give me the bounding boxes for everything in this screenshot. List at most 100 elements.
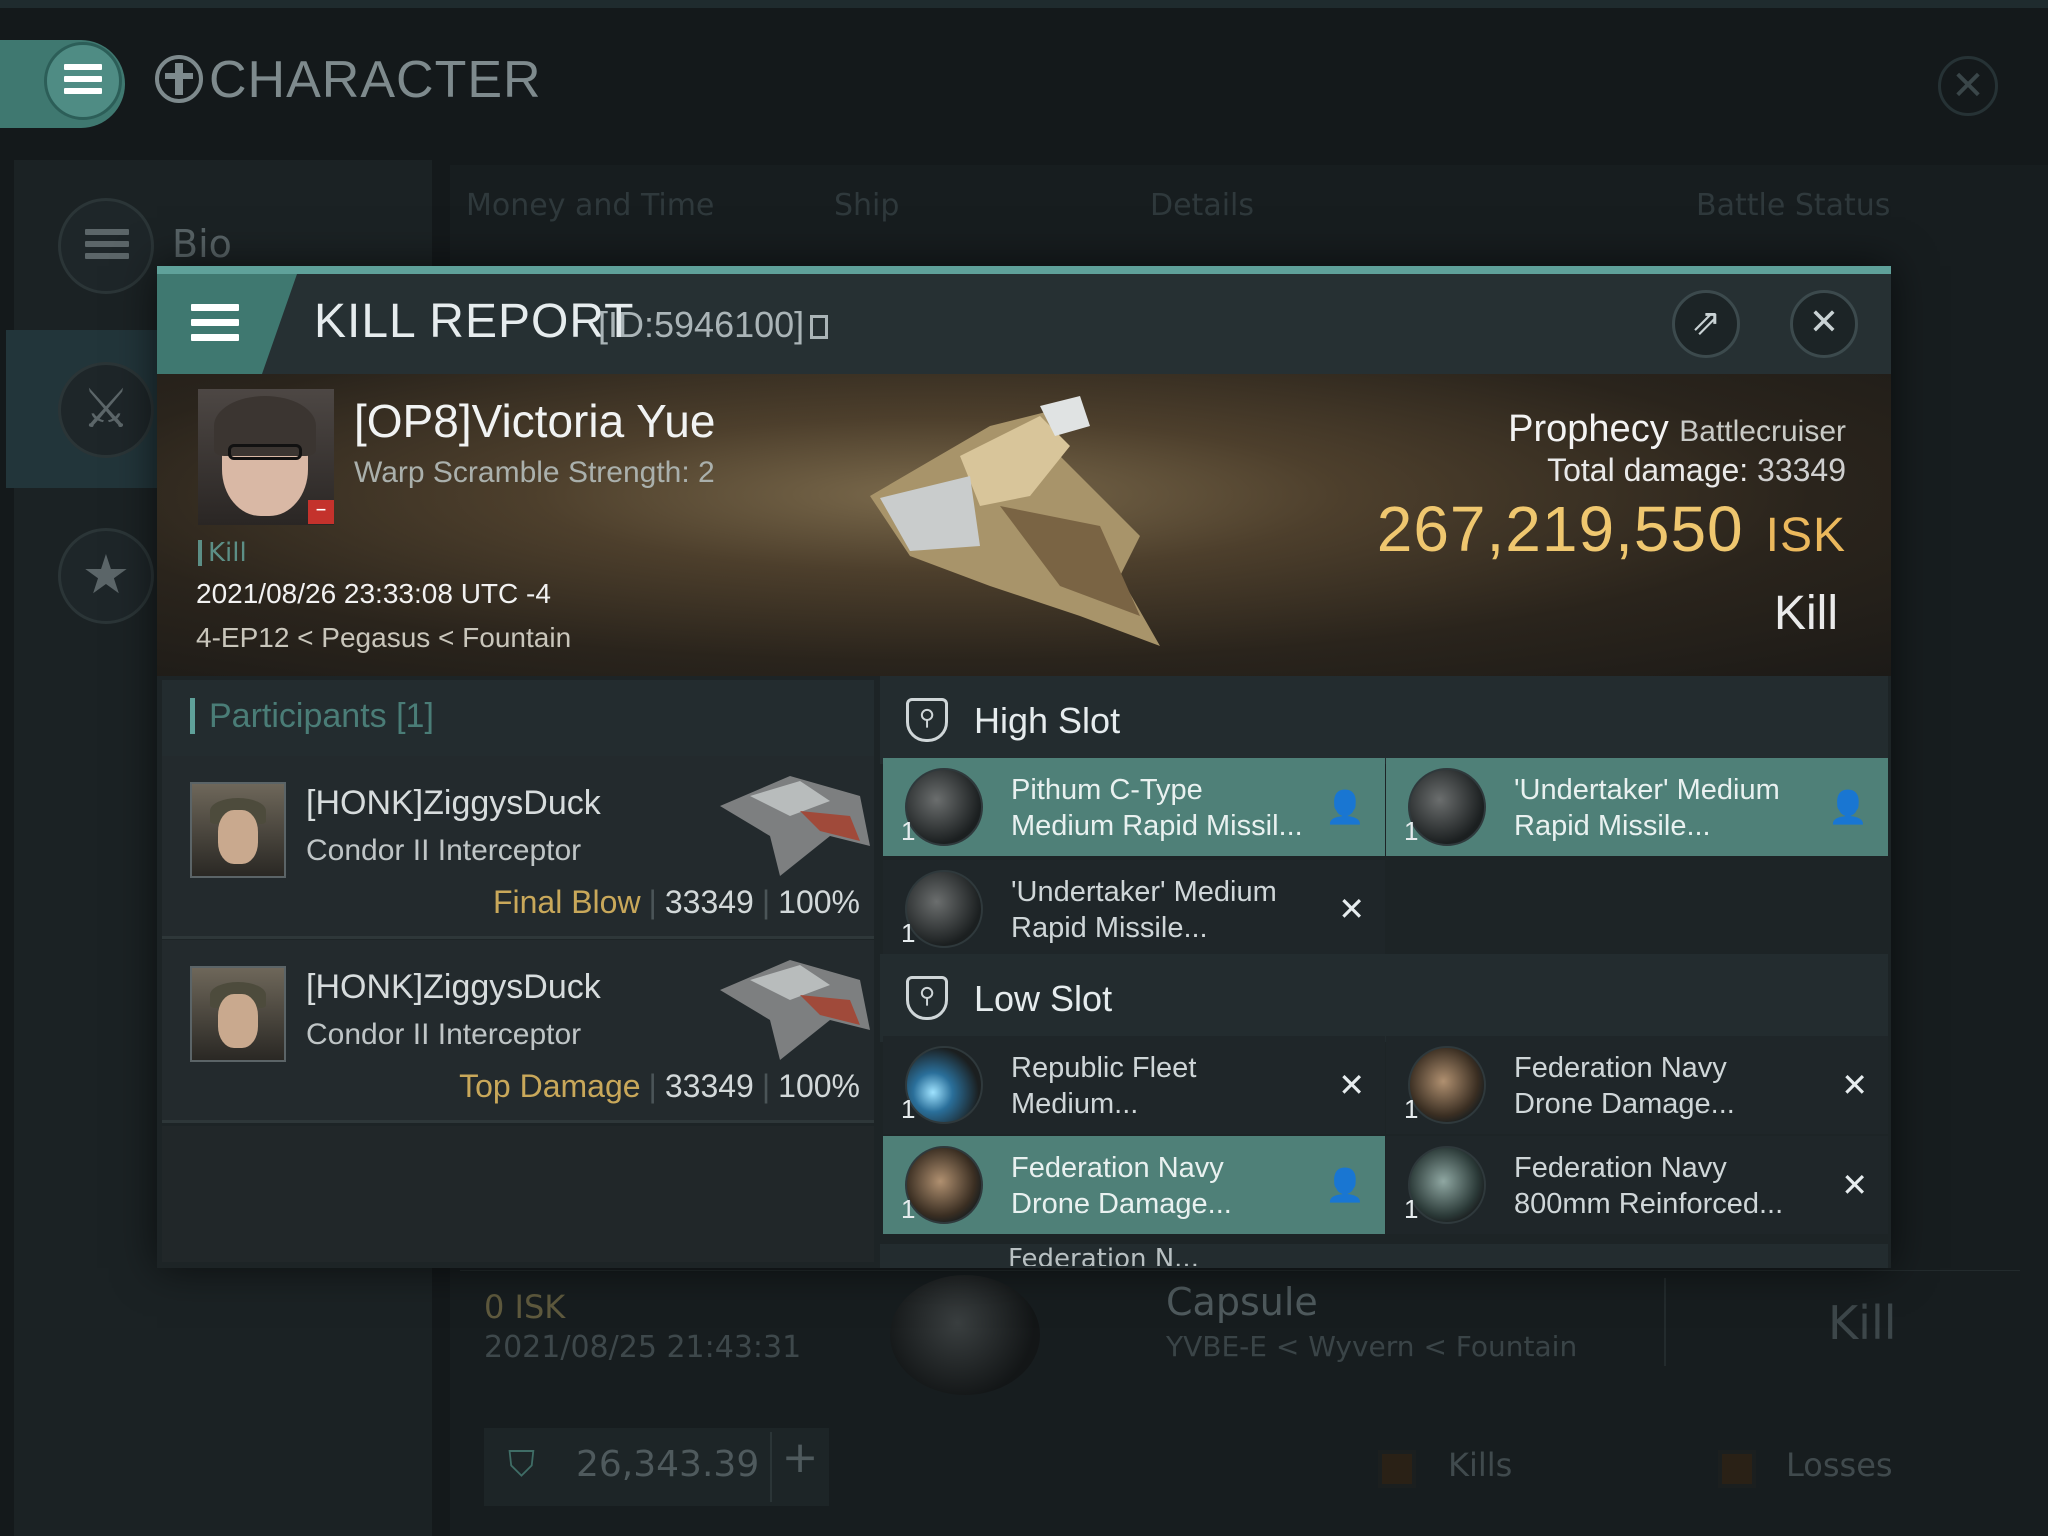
wallet-icon: ⛉ bbox=[508, 1444, 536, 1485]
item-quantity: 1 bbox=[901, 1194, 916, 1224]
participant-role: Top Damage bbox=[459, 1068, 641, 1104]
item-name-cutoff: Federation N... bbox=[1008, 1244, 1199, 1266]
fitting-item[interactable]: 1 'Undertaker' Medium Rapid Missile... ✕ bbox=[883, 860, 1385, 958]
participant-role: Final Blow bbox=[492, 884, 641, 920]
participant-name: [HONK]ZiggysDuck bbox=[306, 968, 601, 1006]
kill-timestamp: 2021/08/26 23:33:08 UTC -4 bbox=[196, 578, 551, 609]
participant-stats: Final Blow | 33349 | 100% bbox=[492, 884, 860, 920]
kill-tag: Kill bbox=[198, 540, 247, 566]
losses-legend-swatch bbox=[1718, 1450, 1756, 1488]
victim-name: [OP8]Victoria Yue bbox=[354, 395, 716, 447]
share-button[interactable]: ⇗ bbox=[1672, 290, 1740, 358]
external-link-icon: ⇗ bbox=[1690, 302, 1722, 343]
row-isk-value: 0 ISK bbox=[484, 1288, 566, 1326]
dialog-title: KILL REPORT bbox=[314, 295, 635, 348]
item-name: Federation Navy Drone Damage... bbox=[1011, 1152, 1232, 1220]
participant-ship: Condor II Interceptor bbox=[306, 834, 582, 867]
losses-legend-label: Losses bbox=[1786, 1446, 1893, 1484]
participant-ship: Condor II Interceptor bbox=[306, 1018, 582, 1051]
item-quantity: 1 bbox=[901, 1094, 916, 1124]
divider bbox=[1664, 1278, 1666, 1366]
armor-plate-icon bbox=[1408, 1146, 1486, 1224]
sidebar-item-label: Bio bbox=[172, 222, 232, 266]
copy-icon[interactable] bbox=[810, 315, 829, 339]
row-date: 2021/08/25 21:43:31 bbox=[484, 1330, 802, 1365]
victim-ship: Prophecy Battlecruiser bbox=[1508, 408, 1846, 450]
module-icon bbox=[905, 1046, 983, 1124]
item-name: Republic Fleet Medium... bbox=[1011, 1052, 1197, 1120]
character-icon bbox=[155, 55, 203, 103]
capsule-ship-image bbox=[890, 1275, 1040, 1395]
wallet-value: 26,343.39 bbox=[576, 1444, 760, 1485]
item-quantity: 1 bbox=[1404, 1094, 1419, 1124]
participant-avatar bbox=[190, 966, 286, 1062]
top-edge-bar bbox=[0, 0, 2048, 8]
low-slot-header: ⚲ Low Slot bbox=[880, 954, 1888, 1042]
dropped-person-icon: 👤 bbox=[1325, 788, 1365, 826]
hamburger-icon bbox=[64, 58, 102, 100]
high-slot-header: ⚲ High Slot bbox=[880, 676, 1888, 764]
star-icon: ★ bbox=[58, 528, 154, 624]
total-damage: Total damage: 33349 bbox=[1547, 452, 1846, 488]
kill-report-id[interactable]: [ID:5946100] bbox=[598, 304, 829, 346]
add-funds-button[interactable]: + bbox=[770, 1432, 828, 1502]
close-icon: ✕ bbox=[1808, 302, 1840, 343]
drone-damage-icon bbox=[1408, 1046, 1486, 1124]
tab-ship[interactable]: Ship bbox=[834, 188, 899, 223]
fitting-item[interactable]: 1 Federation Navy Drone Damage... ✕ bbox=[1386, 1036, 1888, 1134]
fitting-item[interactable]: 1 Pithum C-Type Medium Rapid Missil... 👤 bbox=[883, 758, 1385, 856]
hamburger-icon bbox=[191, 296, 239, 349]
fitting-item[interactable]: 1 Federation Navy Drone Damage... 👤 bbox=[883, 1136, 1385, 1234]
participant-damage: 33349 bbox=[664, 884, 754, 920]
tab-battle-status[interactable]: Battle Status bbox=[1696, 188, 1890, 223]
participant-percent: 100% bbox=[778, 884, 860, 920]
kills-legend-label: Kills bbox=[1448, 1446, 1513, 1484]
participant-damage: 33349 bbox=[664, 1068, 754, 1104]
dropped-person-icon: 👤 bbox=[1325, 1166, 1365, 1204]
destroyed-x-icon: ✕ bbox=[1841, 1066, 1868, 1104]
page-title: CHARACTER bbox=[155, 50, 542, 110]
kill-result: Kill bbox=[1773, 587, 1838, 640]
participant-row[interactable]: [HONK]ZiggysDuck Condor II Interceptor F… bbox=[162, 756, 874, 939]
destroyed-x-icon: ✕ bbox=[1841, 1166, 1868, 1204]
main-menu-button[interactable] bbox=[44, 42, 122, 120]
participant-ship-image bbox=[720, 960, 870, 1060]
avatar-glasses bbox=[228, 444, 302, 460]
row-result: Kill bbox=[1828, 1296, 1897, 1350]
kill-location: 4-EP12 < Pegasus < Fountain bbox=[196, 622, 572, 653]
tab-money-and-time[interactable]: Money and Time bbox=[466, 188, 714, 223]
item-name: 'Undertaker' Medium Rapid Missile... bbox=[1514, 774, 1780, 842]
launcher-icon bbox=[1408, 768, 1486, 846]
launcher-icon bbox=[905, 768, 983, 846]
destroyed-x-icon: ✕ bbox=[1338, 1066, 1365, 1104]
launcher-icon bbox=[905, 870, 983, 948]
isk-value: 267,219,550 ISK bbox=[1376, 493, 1846, 565]
warp-scramble-strength: Warp Scramble Strength: 2 bbox=[354, 456, 715, 489]
participant-row[interactable]: [HONK]ZiggysDuck Condor II Interceptor T… bbox=[162, 940, 874, 1123]
item-name: 'Undertaker' Medium Rapid Missile... bbox=[1011, 876, 1277, 944]
destroyed-x-icon: ✕ bbox=[1338, 890, 1365, 928]
row-ship-name: Capsule bbox=[1166, 1280, 1318, 1324]
item-quantity: 1 bbox=[1404, 816, 1419, 846]
kills-legend-swatch bbox=[1378, 1450, 1416, 1488]
item-name: Federation Navy 800mm Reinforced... bbox=[1514, 1152, 1784, 1220]
fitting-item[interactable]: 1 'Undertaker' Medium Rapid Missile... 👤 bbox=[1386, 758, 1888, 856]
participants-empty-area bbox=[162, 1126, 874, 1262]
row-location: YVBE-E < Wyvern < Fountain bbox=[1166, 1330, 1578, 1363]
participant-name: [HONK]ZiggysDuck bbox=[306, 784, 601, 822]
participant-stats: Top Damage | 33349 | 100% bbox=[459, 1068, 860, 1104]
participant-ship-image bbox=[720, 776, 870, 876]
participant-percent: 100% bbox=[778, 1068, 860, 1104]
item-quantity: 1 bbox=[901, 918, 916, 948]
item-name: Federation Navy Drone Damage... bbox=[1514, 1052, 1735, 1120]
fitting-item[interactable]: 1 Federation Navy 800mm Reinforced... ✕ bbox=[1386, 1136, 1888, 1234]
close-button[interactable]: ✕ bbox=[1790, 290, 1858, 358]
close-icon[interactable]: ✕ bbox=[1938, 56, 1998, 116]
high-slot-icon: ⚲ bbox=[906, 698, 948, 742]
item-quantity: 1 bbox=[901, 816, 916, 846]
tab-details[interactable]: Details bbox=[1150, 188, 1254, 223]
fitting-item[interactable]: 1 Republic Fleet Medium... ✕ bbox=[883, 1036, 1385, 1134]
crossed-swords-icon: ⚔ bbox=[58, 362, 154, 458]
standing-badge: – bbox=[308, 499, 334, 524]
item-quantity: 1 bbox=[1404, 1194, 1419, 1224]
